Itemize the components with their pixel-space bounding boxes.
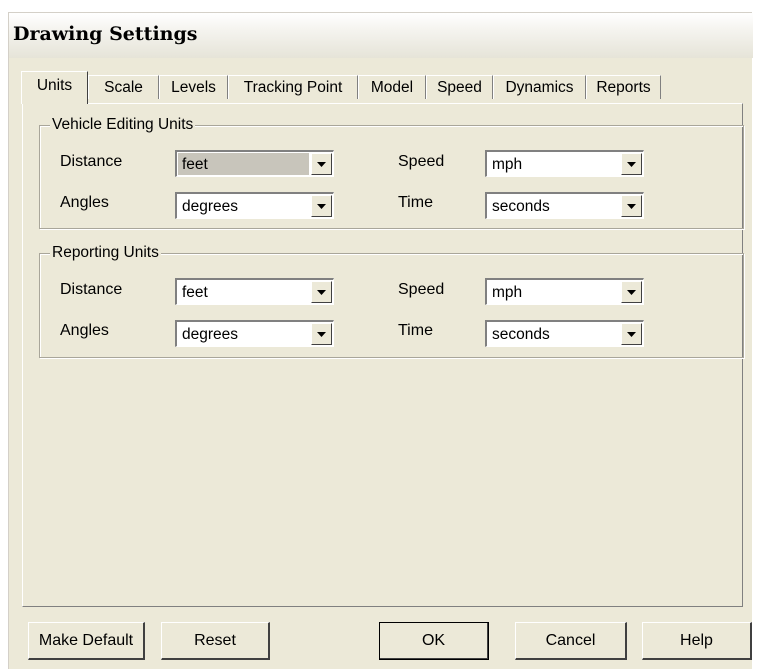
chevron-down-icon[interactable] (621, 281, 642, 303)
chevron-down-icon[interactable] (621, 153, 642, 175)
tab-levels[interactable]: Levels (159, 75, 228, 99)
reporting-time-label: Time (398, 322, 433, 339)
vehicle-speed-select[interactable]: mph (485, 150, 644, 177)
reporting-time-value: seconds (492, 326, 550, 343)
tab-speed[interactable]: Speed (426, 75, 493, 99)
tab-reports[interactable]: Reports (586, 75, 661, 99)
chevron-down-icon[interactable] (621, 323, 642, 345)
tab-dynamics[interactable]: Dynamics (493, 75, 586, 99)
chevron-down-icon[interactable] (311, 195, 332, 217)
chevron-down-icon[interactable] (311, 281, 332, 303)
cancel-button[interactable]: Cancel (515, 622, 627, 660)
chevron-down-icon[interactable] (621, 195, 642, 217)
reporting-distance-select[interactable]: feet (175, 278, 334, 305)
vehicle-angles-label: Angles (60, 194, 109, 211)
vehicle-distance-value: feet (182, 156, 208, 173)
tab-model[interactable]: Model (358, 75, 426, 99)
vehicle-speed-label: Speed (398, 153, 445, 170)
help-button[interactable]: Help (642, 622, 752, 660)
tab-units[interactable]: Units (21, 71, 88, 104)
title-bar: Drawing Settings (9, 13, 753, 58)
vehicle-angles-select[interactable]: degrees (175, 192, 334, 219)
units-tab-panel: Vehicle Editing Units Distance feet Angl… (22, 103, 744, 607)
reporting-distance-label: Distance (60, 281, 123, 298)
vehicle-distance-label: Distance (60, 153, 123, 170)
vehicle-angles-value: degrees (182, 198, 239, 215)
reporting-angles-select[interactable]: degrees (175, 320, 334, 347)
vehicle-time-label: Time (398, 194, 433, 211)
vehicle-speed-value: mph (492, 156, 523, 173)
reset-button[interactable]: Reset (161, 622, 270, 660)
window-title: Drawing Settings (13, 23, 198, 45)
vehicle-time-select[interactable]: seconds (485, 192, 644, 219)
reporting-time-select[interactable]: seconds (485, 320, 644, 347)
vehicle-time-value: seconds (492, 198, 550, 215)
reporting-units-group: Reporting Units Distance feet Angles deg… (39, 244, 744, 358)
tab-tracking-point[interactable]: Tracking Point (228, 75, 358, 99)
reporting-speed-label: Speed (398, 281, 445, 298)
reporting-angles-value: degrees (182, 326, 239, 343)
vehicle-editing-units-legend: Vehicle Editing Units (50, 116, 196, 134)
ok-button[interactable]: OK (379, 622, 489, 660)
reporting-units-legend: Reporting Units (50, 244, 161, 262)
drawing-settings-dialog: Drawing Settings Units Scale Levels Trac… (8, 12, 753, 669)
reporting-speed-select[interactable]: mph (485, 278, 644, 305)
chevron-down-icon[interactable] (311, 153, 332, 175)
reporting-speed-value: mph (492, 284, 523, 301)
vehicle-distance-select[interactable]: feet (175, 150, 334, 177)
reporting-distance-value: feet (182, 284, 208, 301)
vehicle-editing-units-group: Vehicle Editing Units Distance feet Angl… (39, 116, 744, 229)
chevron-down-icon[interactable] (311, 323, 332, 345)
make-default-button[interactable]: Make Default (28, 622, 145, 660)
reporting-angles-label: Angles (60, 322, 109, 339)
tab-scale[interactable]: Scale (88, 75, 159, 99)
